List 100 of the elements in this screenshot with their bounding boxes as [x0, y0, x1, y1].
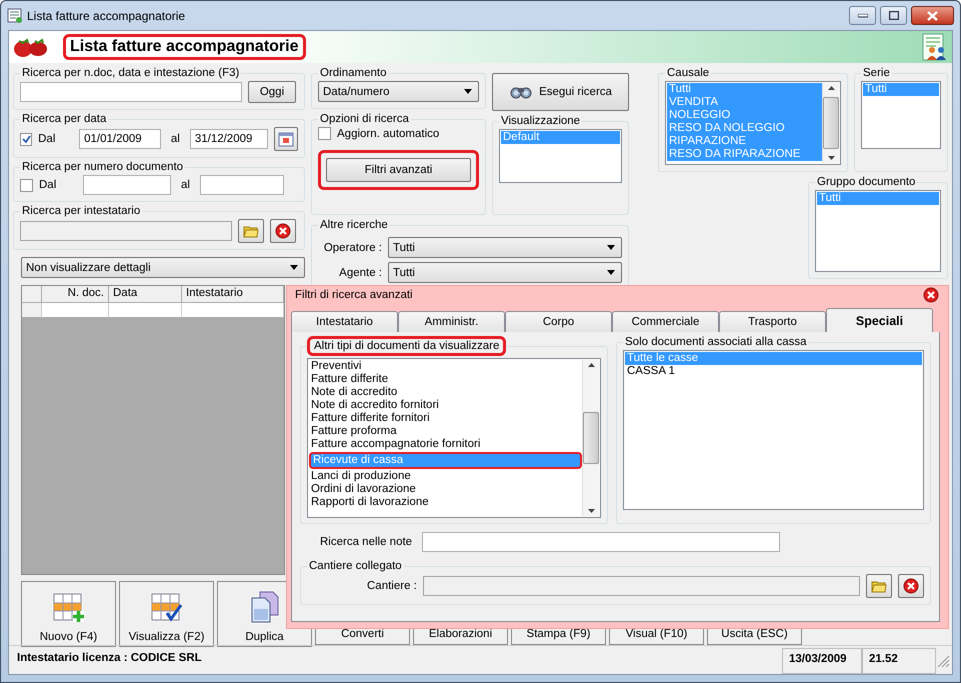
- close-panel-button[interactable]: [922, 286, 940, 304]
- list-item[interactable]: Lanci di produzione: [309, 470, 582, 483]
- group-label: Ricerca per intestatario: [21, 205, 142, 217]
- advanced-filters-button[interactable]: Filtri avanzati: [326, 158, 471, 182]
- search-button[interactable]: Esegui ricerca: [492, 73, 629, 111]
- checkbox[interactable]: [20, 178, 33, 192]
- calendar-button[interactable]: [274, 127, 298, 151]
- browse-button[interactable]: [238, 219, 264, 243]
- caret-icon: [464, 89, 472, 94]
- strawberry-icon: [13, 36, 49, 58]
- group-label: Altri tipi di documenti da visualizzare: [307, 336, 506, 356]
- search-field[interactable]: [20, 82, 242, 102]
- group-label: Serie: [862, 67, 891, 79]
- group-label: Cantiere collegato: [308, 560, 403, 572]
- list-item[interactable]: Ordini di lavorazione: [309, 483, 582, 496]
- checkbox-label: Dal: [38, 133, 56, 145]
- checkbox-label: Dal: [39, 179, 58, 191]
- list-item[interactable]: Fatture accompagnatorie fornitori: [309, 438, 582, 451]
- checkbox[interactable]: [318, 127, 331, 140]
- tab[interactable]: Intestatario: [291, 311, 398, 332]
- clear-button[interactable]: [270, 219, 296, 243]
- group-label: Ricerca per data: [21, 113, 108, 125]
- panel-title: Filtri di ricerca avanzati: [294, 289, 414, 301]
- number-field[interactable]: [200, 175, 284, 195]
- license-text: Intestatario licenza : CODICE SRL: [16, 651, 203, 666]
- field-label: Ricerca nelle note: [320, 536, 412, 548]
- group-label: Ordinamento: [319, 67, 388, 79]
- list-box[interactable]: Tutte le casse CASSA 1: [623, 350, 924, 510]
- list-item[interactable]: Note di accredito fornitori: [309, 399, 582, 412]
- list-box[interactable]: [307, 358, 601, 518]
- scrollbar[interactable]: [822, 83, 839, 163]
- field-label: Cantiere :: [367, 580, 417, 592]
- binoculars-icon: [509, 85, 534, 99]
- site-field[interactable]: [422, 576, 860, 596]
- scroll-down-icon[interactable]: [588, 509, 594, 513]
- number-field[interactable]: [83, 175, 171, 195]
- list-item[interactable]: Fatture differite fornitori: [309, 412, 582, 425]
- tab[interactable]: Speciali: [826, 308, 933, 332]
- calendar-icon: [278, 131, 294, 147]
- group-label: Solo documenti associati alla cassa: [624, 336, 808, 348]
- table-cell: [42, 303, 109, 318]
- grid-plus-icon: [52, 593, 84, 623]
- toolbar-button[interactable]: Visualizza (F2): [119, 581, 214, 647]
- column-header[interactable]: Intestatario: [182, 286, 284, 303]
- list-item[interactable]: Fatture differite: [309, 373, 582, 386]
- delete-icon: [275, 223, 291, 239]
- list-item[interactable]: Preventivi: [309, 360, 582, 373]
- scroll-up-icon[interactable]: [588, 363, 594, 367]
- grid-check-icon: [150, 593, 182, 623]
- column-header[interactable]: N. doc.: [42, 286, 109, 303]
- scroll-up-icon[interactable]: [828, 86, 834, 90]
- list-item[interactable]: Rapporti di lavorazione: [309, 496, 582, 509]
- date-field[interactable]: 01/01/2009: [79, 129, 161, 149]
- clear-button[interactable]: [898, 574, 924, 598]
- filter-dropdown[interactable]: Tutti: [388, 262, 622, 283]
- details-dropdown[interactable]: Non visualizzare dettagli: [21, 257, 305, 278]
- field-label: al: [170, 133, 180, 145]
- scrollbar[interactable]: [582, 360, 599, 516]
- group-label: Visualizzazione: [500, 115, 582, 127]
- maximize-icon: [888, 11, 898, 20]
- status-time: 21.52: [862, 648, 936, 674]
- browse-button[interactable]: [866, 574, 892, 598]
- close-icon: [927, 10, 938, 20]
- minimize-icon: [858, 14, 868, 18]
- status-date: 13/03/2009: [782, 648, 862, 674]
- window-title: Lista fatture accompagnatorie: [27, 8, 186, 22]
- documents-icon: [250, 591, 280, 623]
- minimize-button[interactable]: [849, 6, 876, 25]
- holder-field[interactable]: [20, 221, 232, 241]
- field-label: Operatore :: [322, 242, 382, 254]
- scroll-down-icon[interactable]: [828, 156, 834, 160]
- tab[interactable]: Corpo: [505, 311, 612, 332]
- tab[interactable]: Amministr.: [398, 311, 505, 332]
- toolbar-button[interactable]: Nuovo (F4): [21, 581, 116, 647]
- list-item[interactable]: Fatture proforma: [309, 425, 582, 438]
- notes-field[interactable]: [422, 532, 780, 552]
- today-button[interactable]: Oggi: [248, 81, 296, 103]
- tab[interactable]: Commerciale: [612, 311, 719, 332]
- tab[interactable]: Trasporto: [719, 311, 826, 332]
- close-button[interactable]: [911, 6, 954, 25]
- column-header[interactable]: Data: [109, 286, 182, 303]
- group-label: Altre ricerche: [319, 219, 389, 231]
- app-icon: [7, 8, 23, 24]
- date-field[interactable]: 31/12/2009: [190, 129, 268, 149]
- caret-icon: [607, 270, 615, 275]
- list-item[interactable]: CASSA 1: [625, 365, 922, 378]
- group-label: Gruppo documento: [816, 176, 916, 188]
- list-item[interactable]: Note di accredito: [309, 386, 582, 399]
- header-title: Lista fatture accompagnatorie: [63, 34, 306, 60]
- caret-icon: [607, 245, 615, 250]
- row-header: [22, 303, 42, 318]
- filter-dropdown[interactable]: Tutti: [388, 237, 622, 258]
- checkbox-label: Aggiorn. automatico: [337, 128, 440, 140]
- checkbox[interactable]: [20, 132, 32, 146]
- group-label: Opzioni di ricerca: [319, 113, 410, 125]
- group-label: Ricerca per n.doc, data e intestazione (F3): [21, 67, 240, 79]
- caret-icon: [290, 265, 298, 270]
- sort-dropdown[interactable]: Data/numero: [318, 81, 479, 102]
- maximize-button[interactable]: [880, 6, 907, 25]
- field-label: al: [181, 179, 190, 191]
